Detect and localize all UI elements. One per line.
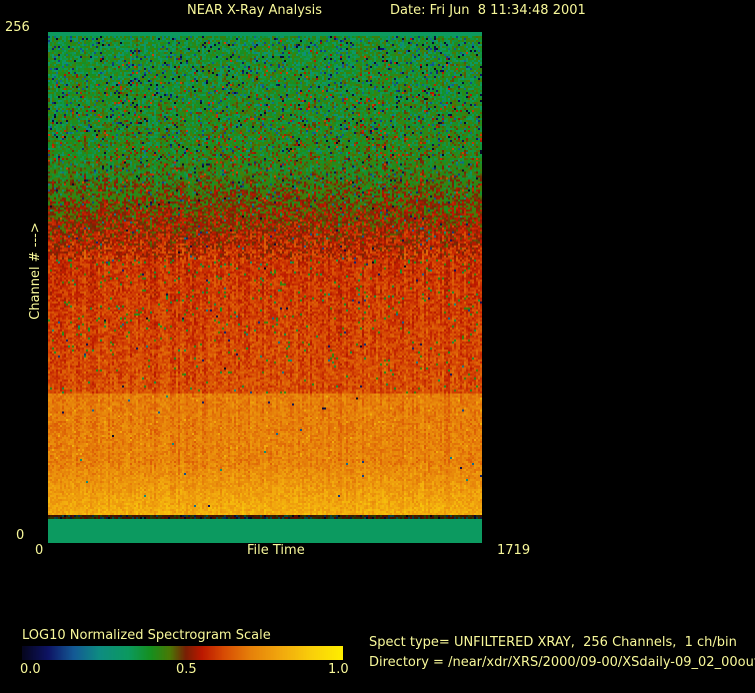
directory-line: Directory = /near/xdr/XRS/2000/09-00/XSd… [369,655,755,670]
colorbar-gradient [22,646,343,660]
x-axis-max-label: 1719 [497,543,531,558]
colorbar-tick-2: 1.0 [328,662,349,677]
colorbar-tick-0: 0.0 [20,662,41,677]
y-axis-min-label: 0 [16,528,25,543]
colorbar-tick-1: 0.5 [176,662,197,677]
spect-type-line: Spect type= UNFILTERED XRAY, 256 Channel… [369,635,737,650]
colorbar-title: LOG10 Normalized Spectrogram Scale [22,628,271,643]
y-axis-title: Channel # ---> [28,222,43,320]
date-label: Date: Fri Jun 8 11:34:48 2001 [390,3,586,18]
window-title: NEAR X-Ray Analysis [187,3,323,18]
spectrogram-canvas [48,32,482,543]
x-axis-min-label: 0 [35,543,44,558]
near-xray-analysis-window: NEAR X-Ray Analysis Date: Fri Jun 8 11:3… [0,0,755,693]
y-axis-max-label: 256 [5,20,30,35]
x-axis-title: File Time [247,543,305,558]
